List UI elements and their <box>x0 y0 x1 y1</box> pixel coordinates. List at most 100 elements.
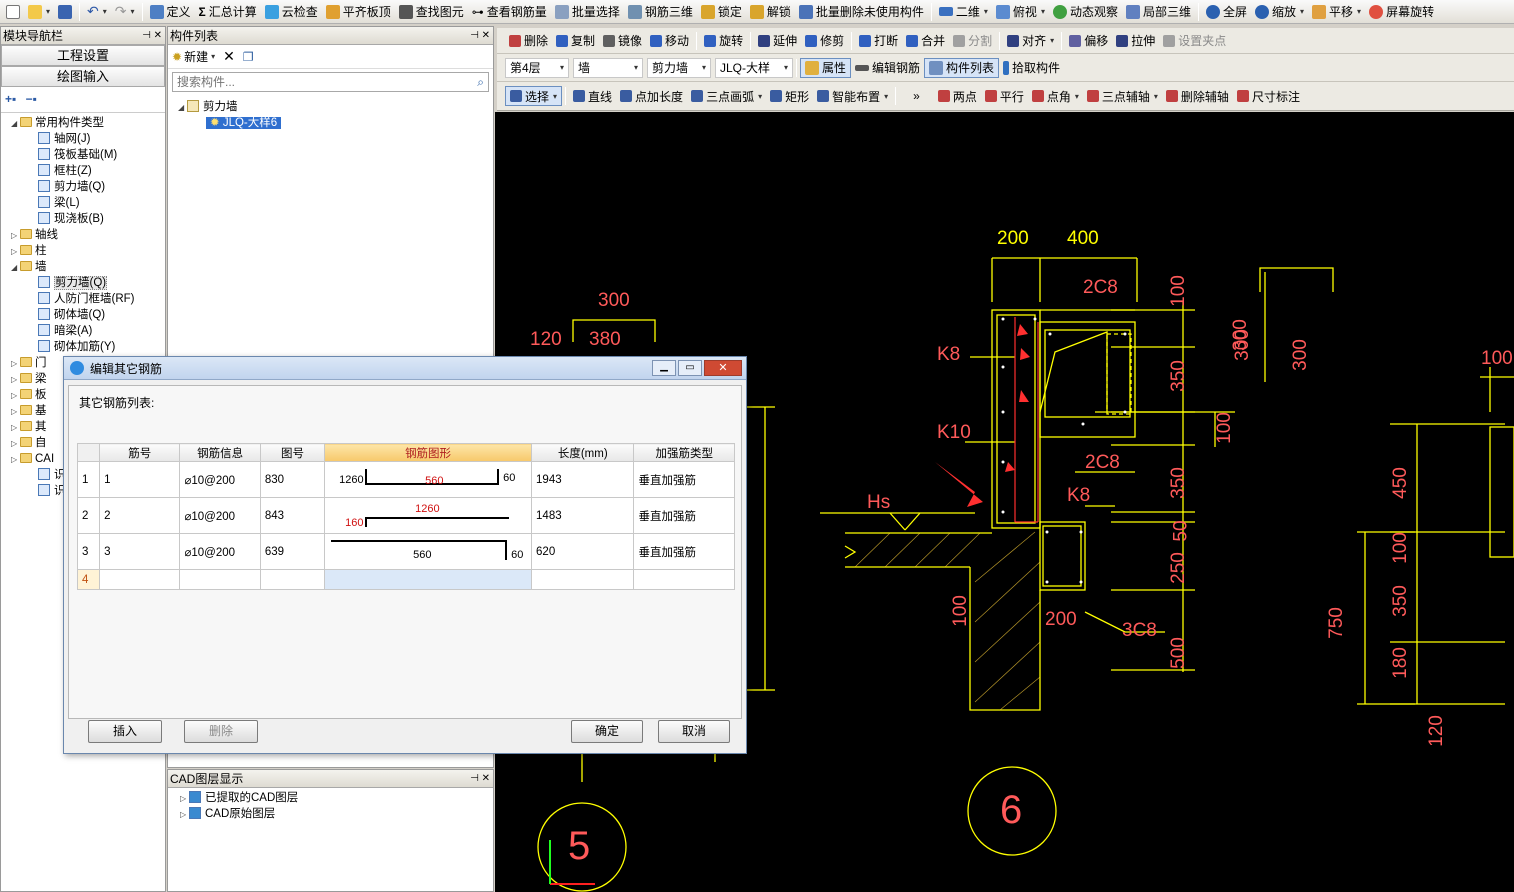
type-select[interactable]: 剪力墙 ▾ <box>647 57 711 78</box>
floor-select[interactable]: 第4层 ▾ <box>505 57 569 78</box>
cad-layer-extracted[interactable]: ▷ 已提取的CAD图层 <box>180 790 493 806</box>
table-row[interactable]: 2 2 ⌀10@200 843 160 1260 1483 垂直加强筋 <box>76 497 735 534</box>
empty-cell[interactable] <box>179 569 261 590</box>
table-row[interactable]: 1 1 ⌀10@200 830 1260 560 60 1943 垂直加强筋 <box>76 461 735 498</box>
pan-dropdown[interactable]: 平移 ▾ <box>1308 2 1365 22</box>
expand-icon[interactable]: ▷ <box>11 228 20 244</box>
edit-tool-button[interactable]: 移动 <box>646 31 693 51</box>
edit-tool-button[interactable]: 合并 <box>902 31 949 51</box>
empty-cell[interactable] <box>324 569 533 590</box>
reinforce-type-cell[interactable]: 垂直加强筋 <box>633 533 735 570</box>
fullscreen-button[interactable]: 全屏 <box>1202 2 1251 22</box>
pin-close-icon[interactable]: ⊣ ✕ <box>470 773 493 784</box>
header-rebar-no[interactable]: 筋号 <box>99 443 181 462</box>
draw-tool-button[interactable]: 三点辅轴 ▾ <box>1083 86 1162 106</box>
expand-icon[interactable]: ▷ <box>11 388 20 404</box>
reinforce-type-cell[interactable]: 垂直加强筋 <box>633 461 735 498</box>
pick-component-button[interactable]: 拾取构件 <box>999 58 1064 78</box>
tree-node-shear-wall[interactable]: ◢ 剪力墙 <box>178 99 493 115</box>
zoom-dropdown[interactable]: 缩放 ▾ <box>1251 2 1308 22</box>
header-length[interactable]: 长度(mm) <box>531 443 635 462</box>
figure-no-cell[interactable]: 830 <box>259 461 326 498</box>
draw-input-button[interactable]: 绘图输入 <box>1 66 165 87</box>
rebar-no-cell[interactable]: 3 <box>99 533 181 570</box>
empty-cell[interactable] <box>259 569 326 590</box>
cancel-button[interactable]: 取消 <box>658 720 730 743</box>
nav-tree-item[interactable]: 梁(L) <box>11 195 165 211</box>
edit-tool-button[interactable]: 拉伸 <box>1112 31 1159 51</box>
redo-icon[interactable]: ↷ ▾ <box>111 2 139 22</box>
lock-button[interactable]: 锁定 <box>697 2 746 22</box>
calc-button[interactable]: Σ 汇总计算 <box>195 2 261 22</box>
nav-tree-item[interactable]: ▷ 柱 <box>11 243 165 259</box>
top-view-dropdown[interactable]: 俯视 ▾ <box>992 2 1049 22</box>
nav-tree-item[interactable]: 轴网(J) <box>11 131 165 147</box>
rebar-3d-button[interactable]: 钢筋三维 <box>624 2 697 22</box>
item-select[interactable]: JLQ-大样 ▾ <box>715 57 793 78</box>
edit-tool-button[interactable]: 删除 <box>505 31 552 51</box>
draw-tool-button[interactable]: 选择 ▾ <box>505 86 563 106</box>
cad-layer-original[interactable]: ▷ CAD原始图层 <box>180 806 493 822</box>
collapse-icon[interactable]: ◢ <box>11 260 20 276</box>
rebar-shape-cell[interactable]: 160 1260 <box>324 497 533 534</box>
draw-tool-button[interactable]: 点角 ▾ <box>1028 86 1083 106</box>
component-search-input[interactable] <box>177 75 447 89</box>
rebar-no-cell[interactable]: 1 <box>99 461 181 498</box>
empty-cell[interactable] <box>531 569 635 590</box>
rebar-no-cell[interactable]: 2 <box>99 497 181 534</box>
header-rebar-info[interactable]: 钢筋信息 <box>179 443 261 462</box>
delete-icon[interactable]: ✕ <box>223 48 235 65</box>
define-button[interactable]: 定义 <box>146 2 195 22</box>
row-index-cell[interactable]: 2 <box>76 497 101 534</box>
rebar-shape-cell[interactable]: 560 60 <box>324 533 533 570</box>
edit-tool-button[interactable]: 偏移 <box>1065 31 1112 51</box>
open-file-icon[interactable]: ▾ <box>24 2 54 22</box>
ok-button[interactable]: 确定 <box>571 720 643 743</box>
project-settings-button[interactable]: 工程设置 <box>1 45 165 66</box>
draw-tool-button[interactable]: 三点画弧 ▾ <box>687 86 766 106</box>
rebar-shape-cell[interactable]: 1260 560 60 <box>324 461 533 498</box>
expand-icon[interactable]: ▷ <box>11 356 20 372</box>
cloud-check-button[interactable]: 云检查 <box>261 2 322 22</box>
draw-tool-button[interactable]: 删除辅轴 <box>1162 86 1233 106</box>
batch-select-button[interactable]: 批量选择 <box>551 2 624 22</box>
figure-no-cell[interactable]: 639 <box>259 533 326 570</box>
nav-tree-item[interactable]: 现浇板(B) <box>11 211 165 227</box>
local-3d-button[interactable]: 局部三维 <box>1122 2 1195 22</box>
edit-tool-button[interactable]: 打断 <box>855 31 902 51</box>
expand-icon[interactable]: ▷ <box>11 420 20 436</box>
nav-tree-item[interactable]: 剪力墙(Q) <box>11 179 165 195</box>
rebar-info-cell[interactable]: ⌀10@200 <box>179 533 261 570</box>
edit-tool-button[interactable]: 延伸 <box>754 31 801 51</box>
nav-tree-item[interactable]: ◢ 常用构件类型 <box>11 115 165 131</box>
draw-tool-button[interactable]: 点加长度 <box>616 86 687 106</box>
draw-tool-button[interactable]: 直线 <box>569 86 616 106</box>
new-file-icon[interactable] <box>2 2 24 22</box>
header-figure-no[interactable]: 图号 <box>259 443 326 462</box>
copy-icon[interactable]: ❐ <box>243 50 254 64</box>
nav-tree-item[interactable]: 剪力墙(Q) <box>11 275 165 291</box>
pin-close-icon[interactable]: ⊣ ✕ <box>142 30 165 41</box>
rebar-length-cell[interactable]: 620 <box>531 533 635 570</box>
draw-tool-button[interactable]: 两点 <box>934 86 981 106</box>
nav-tree-item[interactable]: ◢ 墙 <box>11 259 165 275</box>
empty-cell[interactable] <box>99 569 181 590</box>
figure-no-cell[interactable]: 843 <box>259 497 326 534</box>
view-2d-dropdown[interactable]: 二维 ▾ <box>935 2 992 22</box>
collapse-icon[interactable]: ◢ <box>11 116 20 132</box>
component-list-button[interactable]: 构件列表 <box>924 57 1000 78</box>
tree-node-jlq[interactable]: ✹ JLQ-大样6 <box>178 115 493 131</box>
header-rebar-shape[interactable]: 钢筋图形 <box>324 443 533 462</box>
undo-icon[interactable]: ↶ ▾ <box>83 2 111 22</box>
nav-tree-item[interactable]: 人防门框墙(RF) <box>11 291 165 307</box>
expand-icon[interactable]: ▷ <box>11 436 20 452</box>
view-rebar-button[interactable]: ⊶ 查看钢筋量 <box>468 2 551 22</box>
property-button[interactable]: 属性 <box>800 57 852 78</box>
batch-delete-button[interactable]: 批量删除未使用构件 <box>795 2 928 22</box>
collapse-all-icon[interactable]: −▪ <box>26 92 37 106</box>
new-component-button[interactable]: ✹ 新建 ▾ <box>172 48 215 65</box>
table-row[interactable]: 3 3 ⌀10@200 639 560 60 620 垂直加强筋 <box>76 533 735 570</box>
search-icon[interactable]: ⌕ <box>477 75 484 90</box>
edit-tool-button[interactable]: 设置夹点 <box>1159 31 1230 51</box>
edit-tool-button[interactable]: 复制 <box>552 31 599 51</box>
